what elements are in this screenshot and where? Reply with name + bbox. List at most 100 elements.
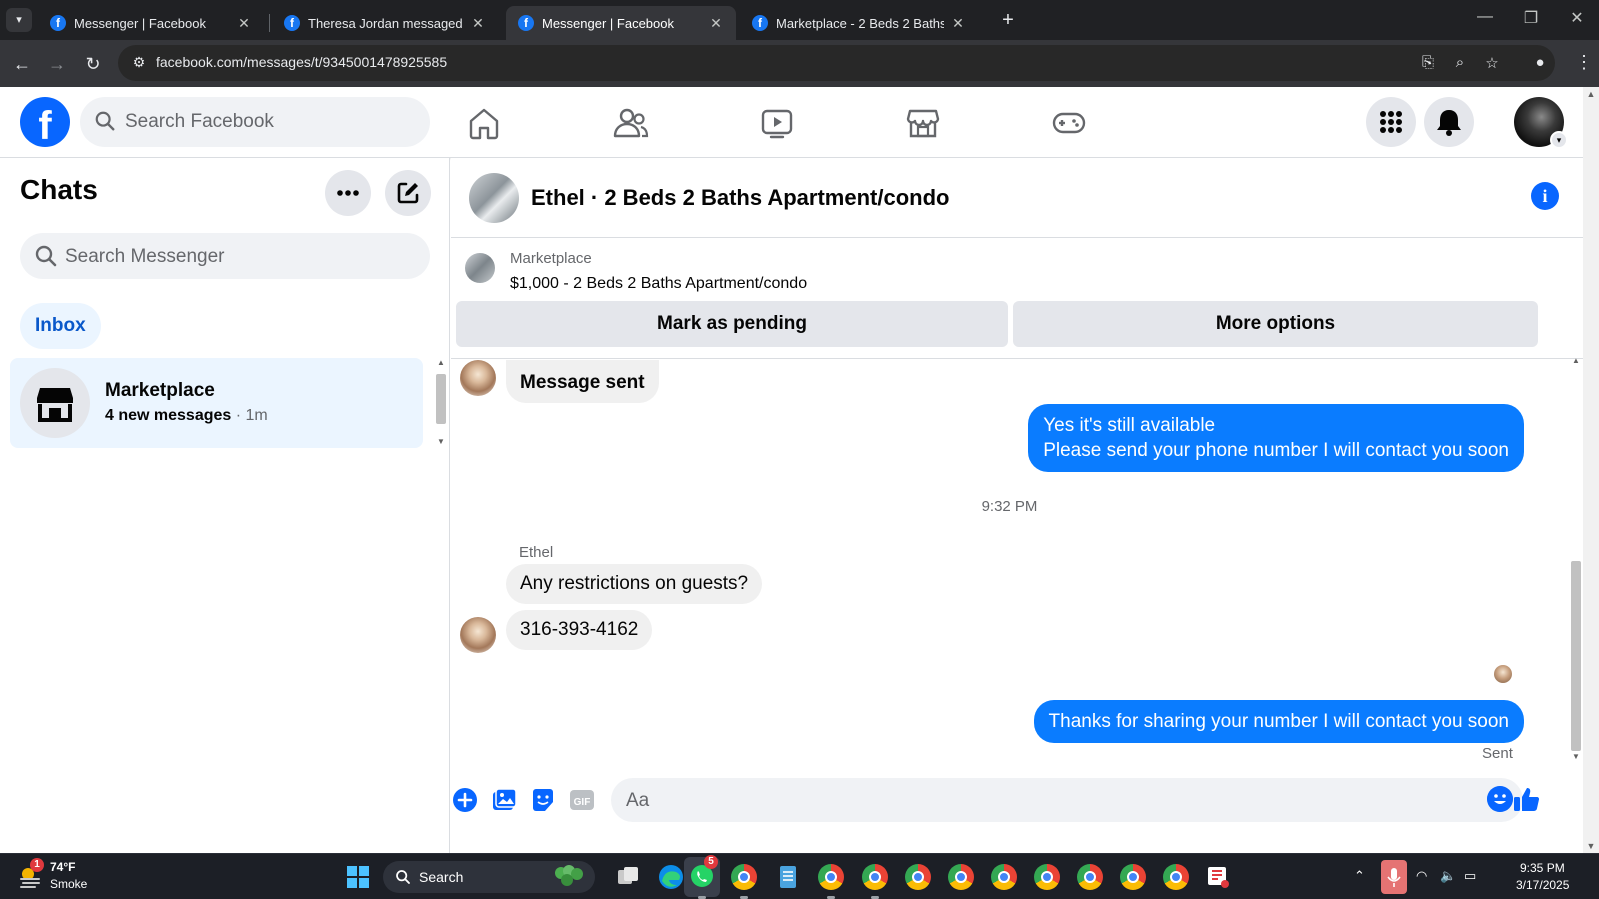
show-hidden-icons-chevron-icon[interactable]: ⌃ [1354,868,1365,884]
whatsapp-taskbar-button[interactable]: 5 [684,855,720,897]
weather-temperature[interactable]: 74°F [50,860,75,874]
weather-condition[interactable]: Smoke [50,877,87,891]
browser-tab-3-active[interactable]: f Messenger | Facebook ✕ [506,6,736,40]
taskbar-clock-time[interactable]: 9:35 PM [1520,861,1565,875]
reload-icon[interactable]: ↻ [81,52,105,76]
scrollbar-thumb[interactable] [1571,561,1581,751]
menu-grid-icon [1380,111,1402,133]
more-options-button[interactable]: More options [1013,301,1538,347]
chrome-profile-icon[interactable] [1077,864,1103,890]
wifi-icon[interactable]: ◠ [1416,868,1427,884]
scroll-down-arrow-icon[interactable]: ▼ [1583,841,1599,851]
search-messenger-input[interactable]: Search Messenger [20,233,430,279]
browser-tab-2[interactable]: f Theresa Jordan messaged There ✕ [272,6,498,40]
chrome-menu-icon[interactable]: ⋮ [1574,52,1594,73]
ethel-avatar[interactable] [460,360,496,396]
photo-icon[interactable] [490,786,518,814]
mark-as-pending-button[interactable]: Mark as pending [456,301,1008,347]
sticker-icon[interactable] [529,786,557,814]
home-icon[interactable] [462,101,506,145]
scroll-up-arrow-icon[interactable]: ▲ [1569,356,1583,365]
sidebar-scrollbar[interactable]: ▲ ▼ [434,358,448,446]
listing-thumbnail[interactable] [465,253,495,283]
forward-icon[interactable]: → [45,52,69,76]
thread-scrollbar[interactable]: ▲ ▼ [1569,356,1583,761]
message-bubble-outgoing: Yes it's still available Please send you… [1028,404,1524,472]
chrome-profile-icon[interactable] [1120,864,1146,890]
chrome-profile-icon[interactable] [1034,864,1060,890]
message-input[interactable]: Aa [611,778,1523,822]
browser-tab-1[interactable]: f Messenger | Facebook ✕ [38,6,264,40]
close-tab-icon[interactable]: ✕ [236,15,252,32]
zoom-icon[interactable]: ⌕ [1450,54,1470,74]
notifications-button[interactable] [1424,97,1474,147]
chrome-profile-icon[interactable] [862,864,888,890]
gif-icon[interactable]: GIF [568,786,596,814]
marketplace-icon[interactable] [901,101,945,145]
microphone-in-use-icon[interactable] [1381,860,1407,894]
windows-start-icon[interactable] [344,863,372,891]
site-info-icon[interactable]: ⚙ [130,54,148,72]
chrome-profile-icon[interactable] [818,864,844,890]
emoji-icon[interactable] [1487,786,1513,812]
chrome-profile-icon[interactable] [1163,864,1189,890]
thumbs-up-icon[interactable] [1511,784,1541,814]
facebook-logo[interactable]: f [20,97,70,147]
restore-icon[interactable]: ❐ [1516,8,1546,28]
tab-search-button[interactable]: ▾ [6,8,32,32]
watch-icon[interactable] [755,101,799,145]
taskbar-search[interactable]: Search [383,861,595,893]
gaming-icon[interactable] [1047,101,1091,145]
install-app-icon[interactable]: ⎘ [1418,54,1438,74]
browser-tab-4[interactable]: f Marketplace - 2 Beds 2 Baths A ✕ [740,6,978,40]
ethel-avatar[interactable] [460,617,496,653]
friends-icon[interactable] [608,101,652,145]
notepad-icon[interactable] [774,863,802,891]
battery-icon[interactable]: ▭ [1464,868,1476,884]
scroll-up-arrow-icon[interactable]: ▲ [1583,89,1599,99]
bell-icon [1437,110,1461,136]
chevron-down-icon[interactable]: ▾ [1550,131,1568,149]
back-icon[interactable]: ← [10,52,34,76]
minimize-icon[interactable]: — [1470,8,1500,26]
tab-title: Messenger | Facebook [74,15,206,31]
listing-avatar[interactable] [469,173,519,223]
chrome-profile-icon[interactable] [905,864,931,890]
facebook-search-input[interactable]: Search Facebook [80,97,430,147]
taskbar-clock-date[interactable]: 3/17/2025 [1516,878,1569,892]
conversation-name: Marketplace [105,380,215,401]
listing-description[interactable]: $1,000 - 2 Beds 2 Baths Apartment/condo [510,275,807,293]
conversation-marketplace[interactable]: Marketplace 4 new messages · 1m [10,358,423,448]
edge-browser-icon[interactable] [657,863,685,891]
close-tab-icon[interactable]: ✕ [950,15,966,32]
volume-icon[interactable]: 🔈 [1440,868,1456,884]
new-tab-button[interactable]: + [996,8,1020,32]
task-view-icon[interactable] [614,863,642,891]
address-bar[interactable]: ⚙ facebook.com/messages/t/93450014789255… [118,45,1555,81]
chat-options-button[interactable] [325,170,371,216]
bookmark-star-icon[interactable]: ☆ [1482,54,1502,74]
menu-grid-button[interactable] [1366,97,1416,147]
close-tab-icon[interactable]: ✕ [708,15,724,32]
conversation-time: · 1m [231,407,268,424]
conversation-preview: 4 new messages · 1m [105,407,268,425]
chrome-icon[interactable] [731,864,757,890]
chat-title[interactable]: Ethel · 2 Beds 2 Baths Apartment/condo [531,185,949,211]
close-tab-icon[interactable]: ✕ [470,15,486,32]
profile-avatar[interactable]: ▾ [1514,97,1568,149]
page-scrollbar[interactable]: ▲ ▼ [1583,87,1599,853]
url-text[interactable]: facebook.com/messages/t/9345001478925585 [156,54,447,70]
plus-icon[interactable] [451,786,479,814]
info-icon[interactable]: i [1531,182,1559,210]
chrome-profile-icon[interactable] [991,864,1017,890]
scroll-down-arrow-icon[interactable]: ▼ [434,437,448,446]
scroll-up-arrow-icon[interactable]: ▲ [434,358,448,367]
inbox-filter-tab[interactable]: Inbox [20,303,101,349]
profile-icon[interactable]: ● [1530,54,1550,74]
scroll-down-arrow-icon[interactable]: ▼ [1569,752,1583,761]
new-message-button[interactable] [385,170,431,216]
snipping-tool-icon[interactable] [1204,863,1232,891]
scrollbar-thumb[interactable] [436,374,446,424]
chrome-profile-icon[interactable] [948,864,974,890]
close-window-icon[interactable]: ✕ [1562,8,1592,28]
